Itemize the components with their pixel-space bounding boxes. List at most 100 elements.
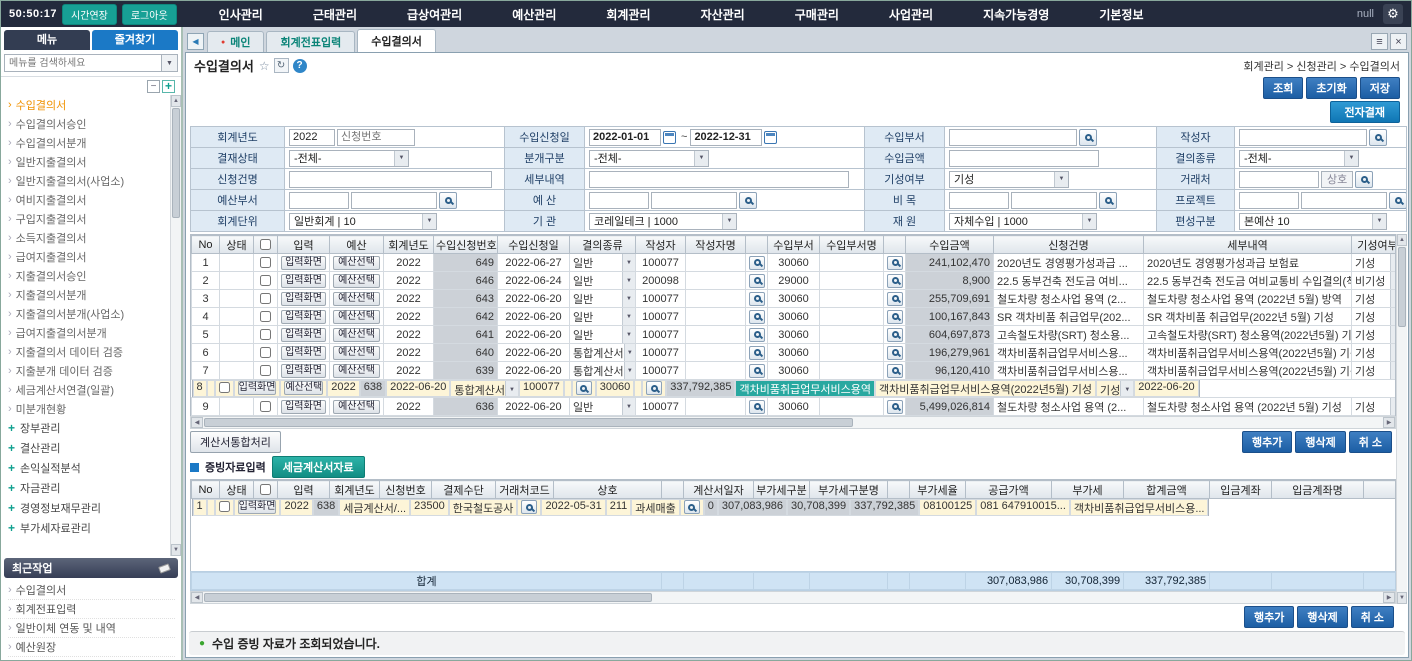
recent-item[interactable]: ›회계전표입력 [8, 600, 175, 619]
budget-select-button[interactable]: 예산선택 [333, 328, 380, 342]
grid-select-cell[interactable]: 일반▼ [570, 326, 636, 344]
grid-select-cell[interactable]: 기성▼ [1352, 308, 1397, 326]
recent-item[interactable]: ›수입결의서 [8, 581, 175, 600]
tab-active[interactable]: 수입결의서 [357, 29, 436, 52]
recent-item[interactable]: ›예산원장 [8, 638, 175, 657]
top-menu-item[interactable]: 근태관리 [288, 6, 382, 23]
grid-select-cell[interactable]: 기성▼ [1352, 362, 1397, 380]
sidebar-tab-menu[interactable]: 메뉴 [4, 30, 90, 50]
top-menu-item[interactable]: 기본정보 [1074, 6, 1168, 23]
tax-invoice-button[interactable]: 세금계산서자료 [272, 456, 365, 478]
dropdown-select[interactable]: 자체수입 | 1000▼ [949, 213, 1097, 230]
grid-select-cell[interactable]: 기성▼ [1352, 326, 1397, 344]
row-checkbox[interactable] [219, 501, 230, 512]
filter-code-input[interactable] [1239, 192, 1299, 209]
input-screen-button[interactable]: 입력화면 [281, 346, 326, 360]
grid-row[interactable]: 5입력화면예산선택20226412022-06-20일반▼10007730060… [192, 326, 1397, 344]
top-menu-item[interactable]: 지속가능경영 [958, 6, 1074, 23]
column-header[interactable]: No [192, 481, 220, 499]
grid-row[interactable]: 6입력화면예산선택20226402022-06-20통합계산서▼10007730… [192, 344, 1397, 362]
main-grid-hscrollbar[interactable]: ◀ ▶ [190, 416, 1396, 429]
main-vscrollbar[interactable]: ▲ ▼ [1396, 234, 1407, 604]
search-icon[interactable] [887, 328, 903, 342]
filter-code-input[interactable] [949, 192, 1009, 209]
sidebar-item[interactable]: ›구입지출결의서 [8, 209, 170, 228]
expand-all-button[interactable]: + [162, 80, 175, 93]
budget-select-button[interactable]: 예산선택 [333, 400, 380, 414]
search-icon[interactable] [1079, 129, 1097, 146]
column-header[interactable]: 수입신청번호 [434, 236, 498, 254]
grid-select-cell[interactable]: 기성▼ [1352, 344, 1397, 362]
eraser-icon[interactable] [158, 563, 171, 573]
grid-row[interactable]: 4입력화면예산선택20226422022-06-20일반▼10007730060… [192, 308, 1397, 326]
date-from-input[interactable] [589, 129, 661, 146]
sidebar-group[interactable]: +경영정보재무관리 [8, 498, 170, 518]
settings-gear-icon[interactable]: ⚙ [1383, 4, 1403, 24]
column-header[interactable] [662, 481, 684, 499]
search-icon[interactable] [887, 274, 903, 288]
search-icon[interactable] [1355, 171, 1373, 188]
filter-text-input[interactable] [949, 129, 1077, 146]
column-header[interactable]: 부가세 [1052, 481, 1124, 499]
sidebar-item[interactable]: ›일반지출결의서(사업소) [8, 171, 170, 190]
column-header[interactable]: 회계년도 [330, 481, 380, 499]
add-row-button[interactable]: 행추가 [1242, 431, 1292, 453]
budget-select-button[interactable]: 예산선택 [333, 274, 380, 288]
filter-name-input[interactable] [1301, 192, 1387, 209]
budget-select-button[interactable]: 예산선택 [333, 346, 380, 360]
grid-row[interactable]: 8입력화면예산선택20226382022-06-20통합계산서▼10007730… [192, 380, 1200, 397]
top-menu-item[interactable]: 자산관리 [676, 6, 770, 23]
column-header[interactable]: 결제수단 [432, 481, 496, 499]
select-all-checkbox[interactable] [260, 239, 271, 250]
request-no-input[interactable] [337, 129, 415, 146]
detail-grid-hscrollbar[interactable]: ◀ ▶ [190, 591, 1396, 604]
grid-select-cell[interactable]: 기성▼ [1352, 254, 1397, 272]
column-header[interactable]: 신청번호 [380, 481, 432, 499]
input-screen-button[interactable]: 입력화면 [238, 381, 277, 395]
column-header[interactable]: 부가세율 [910, 481, 966, 499]
column-header[interactable]: 작성자명 [686, 236, 746, 254]
sidebar-item[interactable]: ›여비지출결의서 [8, 190, 170, 209]
delete-row-button[interactable]: 행삭제 [1297, 606, 1347, 628]
column-header[interactable]: No [192, 236, 220, 254]
search-icon[interactable] [887, 256, 903, 270]
sidebar-group[interactable]: +장부관리 [8, 418, 170, 438]
row-checkbox[interactable] [260, 365, 271, 376]
sidebar-item[interactable]: ›지출결의서승인 [8, 266, 170, 285]
calendar-icon[interactable] [764, 131, 777, 144]
grid-row[interactable]: 1입력화면예산선택20226492022-06-27일반▼10007730060… [192, 254, 1397, 272]
sidebar-item[interactable]: ›수입결의서 [8, 95, 170, 114]
dropdown-select[interactable]: 기성▼ [949, 171, 1069, 188]
grid-select-cell[interactable]: 일반▼ [570, 272, 636, 290]
sidebar-item[interactable]: ›수입결의서승인 [8, 114, 170, 133]
sidebar-tab-favorites[interactable]: 즐겨찾기 [92, 30, 178, 50]
save-button[interactable]: 저장 [1360, 77, 1400, 99]
column-header[interactable]: 적요 [1364, 481, 1397, 499]
dropdown-select[interactable]: -전체-▼ [289, 150, 409, 167]
sidebar-group[interactable]: +부가세자료관리 [8, 518, 170, 538]
add-row-button[interactable]: 행추가 [1244, 606, 1294, 628]
search-icon[interactable] [749, 256, 765, 270]
sidebar-group[interactable]: +결산관리 [8, 438, 170, 458]
input-screen-button[interactable]: 입력화면 [281, 364, 326, 378]
grid-select-cell[interactable]: 통합계산서▼ [570, 362, 636, 380]
row-checkbox[interactable] [260, 401, 271, 412]
column-header[interactable]: 입금계좌 [1210, 481, 1272, 499]
invoice-merge-button[interactable]: 계산서통합처리 [190, 431, 281, 453]
search-icon[interactable] [646, 381, 662, 395]
column-header[interactable]: 입력 [278, 236, 330, 254]
budget-select-button[interactable]: 예산선택 [333, 292, 380, 306]
top-menu-item[interactable]: 사업관리 [864, 6, 958, 23]
search-icon[interactable] [521, 500, 537, 514]
search-icon[interactable] [749, 346, 765, 360]
search-icon[interactable] [749, 292, 765, 306]
search-icon[interactable] [749, 310, 765, 324]
grid-select-cell[interactable]: 비기성▼ [1352, 272, 1397, 290]
top-menu-item[interactable]: 예산관리 [487, 6, 581, 23]
sidebar-item[interactable]: ›급여지출결의서분개 [8, 323, 170, 342]
column-header[interactable]: 공급가액 [966, 481, 1052, 499]
fiscal-year-input[interactable] [289, 129, 335, 146]
dropdown-select[interactable]: -전체-▼ [1239, 150, 1359, 167]
grid-select-cell[interactable]: 일반▼ [570, 254, 636, 272]
grid-select-cell[interactable]: 기성▼ [1352, 398, 1397, 416]
